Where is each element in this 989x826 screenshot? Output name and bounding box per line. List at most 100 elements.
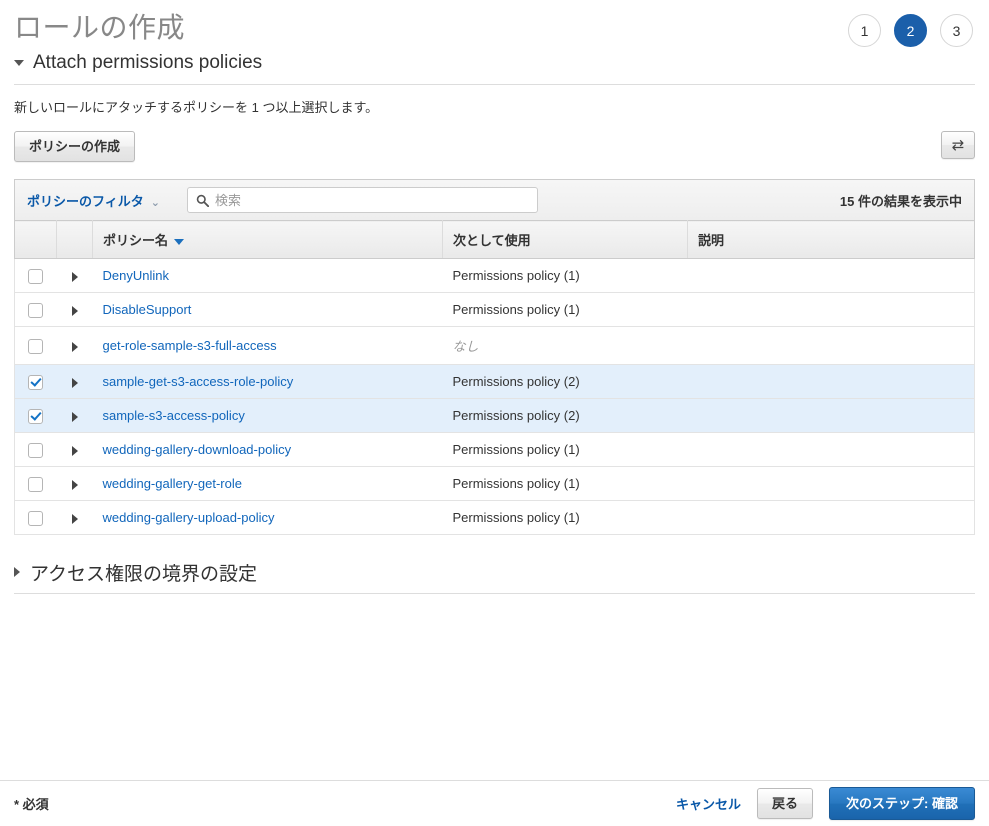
step-1[interactable]: 1	[848, 14, 881, 47]
table-row[interactable]: wedding-gallery-get-role Permissions poli…	[14, 466, 975, 501]
row-expand-cell[interactable]	[56, 398, 93, 433]
chevron-right-icon[interactable]	[71, 445, 78, 456]
row-checkbox-cell[interactable]	[14, 466, 57, 501]
page-footer: * 必須 キャンセル 戻る 次のステップ: 確認	[0, 780, 989, 826]
policy-name-link[interactable]: wedding-gallery-upload-policy	[103, 510, 275, 525]
chevron-right-icon[interactable]	[71, 479, 78, 490]
row-checkbox[interactable]	[28, 374, 44, 390]
row-checkbox-cell[interactable]	[14, 326, 57, 365]
row-checkbox[interactable]	[28, 442, 44, 458]
column-header-expand	[56, 220, 93, 259]
row-expand-cell[interactable]	[56, 258, 93, 293]
policy-name-cell: DisableSupport	[92, 292, 443, 327]
table-row[interactable]: wedding-gallery-download-policy Permissio…	[14, 432, 975, 467]
boundary-section-divider	[14, 593, 975, 594]
row-checkbox-cell[interactable]	[14, 500, 57, 535]
column-header-used-as[interactable]: 次として使用	[442, 220, 688, 259]
row-checkbox[interactable]	[28, 338, 44, 354]
table-row[interactable]: get-role-sample-s3-full-access なし	[14, 326, 975, 365]
policy-name-link[interactable]: DisableSupport	[103, 302, 192, 317]
column-header-policy-name-label: ポリシー名	[103, 233, 169, 248]
next-step-button[interactable]: 次のステップ: 確認	[829, 787, 975, 820]
refresh-button[interactable]: ⇄	[941, 131, 975, 159]
policy-name-cell: sample-get-s3-access-role-policy	[92, 364, 443, 399]
permissions-boundary-section-title: アクセス権限の境界の設定	[30, 563, 258, 585]
table-row[interactable]: DenyUnlink Permissions policy (1)	[14, 258, 975, 293]
sort-desc-icon	[174, 238, 185, 245]
page-header: ロールの作成 1 2 3	[0, 0, 989, 48]
used-as-value: Permissions policy (2)	[452, 408, 580, 423]
policy-toolbar: ポリシーの作成 ⇄	[0, 116, 989, 164]
create-policy-button[interactable]: ポリシーの作成	[14, 131, 136, 162]
used-as-cell: Permissions policy (2)	[442, 398, 688, 433]
row-checkbox-cell[interactable]	[14, 364, 57, 399]
policy-filter-dropdown[interactable]: ポリシーのフィルタ ⌄	[27, 191, 160, 210]
row-expand-cell[interactable]	[56, 292, 93, 327]
used-as-cell: Permissions policy (1)	[442, 432, 688, 467]
required-note: * 必須	[14, 797, 49, 812]
row-checkbox[interactable]	[28, 302, 44, 318]
policy-name-cell: wedding-gallery-get-role	[92, 466, 443, 501]
step-2[interactable]: 2	[894, 14, 927, 47]
description-cell	[687, 292, 975, 327]
policy-name-link[interactable]: get-role-sample-s3-full-access	[103, 338, 277, 353]
policy-name-link[interactable]: wedding-gallery-get-role	[103, 476, 242, 491]
row-expand-cell[interactable]	[56, 432, 93, 467]
step-3[interactable]: 3	[940, 14, 973, 47]
chevron-right-icon[interactable]	[71, 513, 78, 524]
back-button[interactable]: 戻る	[757, 788, 814, 819]
used-as-cell: Permissions policy (1)	[442, 258, 688, 293]
used-as-cell: Permissions policy (1)	[442, 466, 688, 501]
search-input[interactable]	[214, 192, 529, 208]
description-cell	[687, 500, 975, 535]
page-title: ロールの作成	[14, 12, 186, 43]
policy-name-link[interactable]: sample-s3-access-policy	[103, 408, 245, 423]
row-expand-cell[interactable]	[56, 364, 93, 399]
permissions-boundary-section-header[interactable]: アクセス権限の境界の設定	[0, 557, 989, 587]
description-cell	[687, 364, 975, 399]
table-row[interactable]: wedding-gallery-upload-policy Permissions…	[14, 500, 975, 535]
row-checkbox-cell[interactable]	[14, 398, 57, 433]
used-as-cell: Permissions policy (1)	[442, 500, 688, 535]
cancel-button[interactable]: キャンセル	[676, 794, 741, 813]
policy-name-link[interactable]: wedding-gallery-download-policy	[103, 442, 292, 457]
column-header-policy-name[interactable]: ポリシー名	[92, 220, 443, 259]
row-checkbox[interactable]	[28, 268, 44, 284]
description-cell	[687, 466, 975, 501]
column-header-used-as-label: 次として使用	[453, 233, 531, 248]
attach-permissions-section-header[interactable]: Attach permissions policies	[0, 48, 989, 78]
chevron-right-icon[interactable]	[71, 305, 78, 316]
row-checkbox-cell[interactable]	[14, 292, 57, 327]
row-expand-cell[interactable]	[56, 500, 93, 535]
table-row[interactable]: DisableSupport Permissions policy (1)	[14, 292, 975, 327]
description-cell	[687, 326, 975, 365]
chevron-down-icon: ⌄	[150, 196, 160, 209]
table-row[interactable]: sample-get-s3-access-role-policy Permissi…	[14, 364, 975, 399]
chevron-right-icon[interactable]	[71, 411, 78, 422]
table-row[interactable]: sample-s3-access-policy Permissions polic…	[14, 398, 975, 433]
row-checkbox[interactable]	[28, 510, 44, 526]
row-expand-cell[interactable]	[56, 326, 93, 365]
policy-name-cell: get-role-sample-s3-full-access	[92, 326, 443, 365]
column-header-description[interactable]: 説明	[687, 220, 975, 259]
row-expand-cell[interactable]	[56, 466, 93, 501]
used-as-value: Permissions policy (1)	[452, 476, 580, 491]
description-cell	[687, 398, 975, 433]
description-cell	[687, 432, 975, 467]
chevron-right-icon[interactable]	[71, 341, 78, 352]
row-checkbox-cell[interactable]	[14, 258, 57, 293]
used-as-cell: Permissions policy (1)	[442, 292, 688, 327]
chevron-right-icon[interactable]	[71, 271, 78, 282]
search-box[interactable]	[186, 187, 538, 213]
used-as-value: Permissions policy (1)	[452, 510, 580, 525]
used-as-value: Permissions policy (1)	[452, 302, 580, 317]
row-checkbox[interactable]	[28, 408, 44, 424]
row-checkbox[interactable]	[28, 476, 44, 492]
chevron-right-icon[interactable]	[71, 377, 78, 388]
row-checkbox-cell[interactable]	[14, 432, 57, 467]
policy-name-link[interactable]: DenyUnlink	[103, 268, 169, 283]
search-icon	[196, 194, 209, 207]
chevron-right-icon	[14, 567, 20, 577]
column-header-checkbox	[14, 220, 57, 259]
policy-name-link[interactable]: sample-get-s3-access-role-policy	[103, 374, 294, 389]
